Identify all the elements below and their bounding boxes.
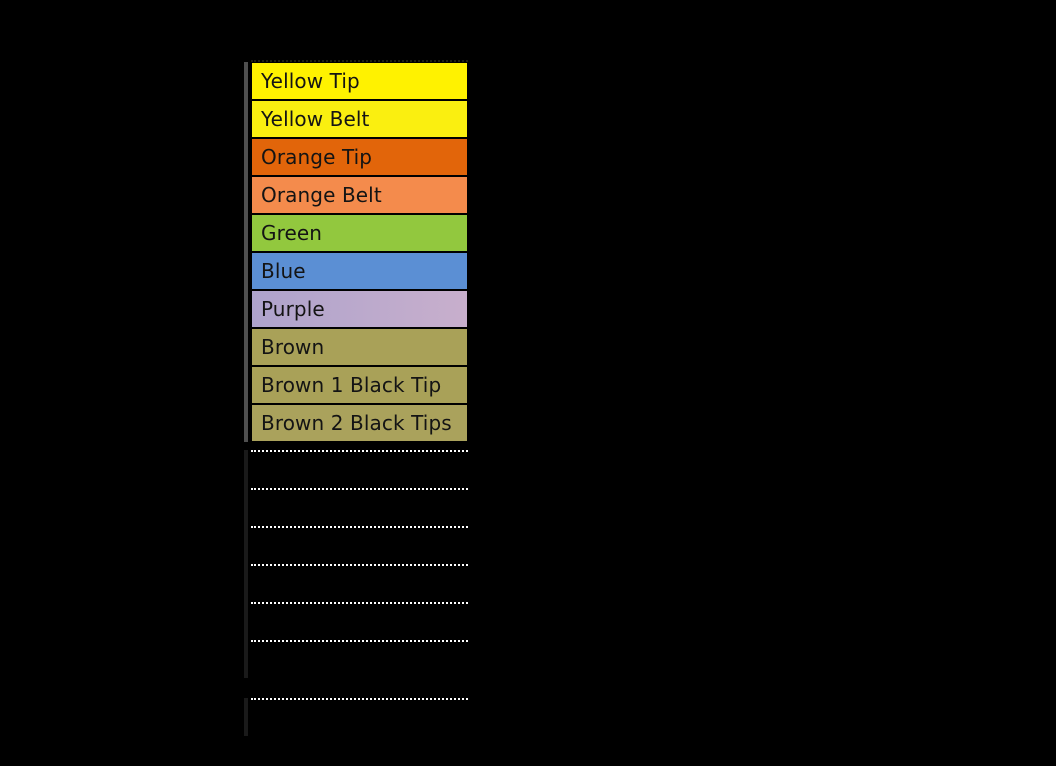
row-drag-handle[interactable] (244, 138, 248, 176)
belt-color-cell[interactable]: Orange Belt (251, 176, 468, 214)
empty-cell[interactable] (251, 698, 468, 736)
empty-row[interactable] (244, 602, 468, 640)
belt-rank-label: Orange Belt (261, 183, 382, 207)
belt-row[interactable]: Brown 2 Black Tips (244, 404, 468, 442)
row-drag-handle[interactable] (244, 450, 248, 488)
row-drag-handle[interactable] (244, 488, 248, 526)
empty-dotted-rows (244, 450, 468, 736)
empty-cell[interactable] (251, 450, 468, 488)
belt-rank-list: Yellow Tip Yellow Belt Orange Tip Orange Be… (244, 62, 468, 442)
belt-rank-label: Brown 1 Black Tip (261, 373, 442, 397)
belt-color-cell[interactable]: Blue (251, 252, 468, 290)
belt-color-cell[interactable]: Green (251, 214, 468, 252)
belt-color-cell[interactable]: Brown 2 Black Tips (251, 404, 468, 442)
belt-rank-label: Yellow Tip (261, 69, 360, 93)
row-drag-handle[interactable] (244, 252, 248, 290)
belt-rank-label: Orange Tip (261, 145, 373, 169)
row-drag-handle[interactable] (244, 564, 248, 602)
belt-row[interactable]: Brown 1 Black Tip (244, 366, 468, 404)
empty-row[interactable] (244, 564, 468, 602)
empty-row[interactable] (244, 526, 468, 564)
row-drag-handle[interactable] (244, 698, 248, 736)
belt-color-cell[interactable]: Brown (251, 328, 468, 366)
row-drag-handle[interactable] (244, 100, 248, 138)
belt-row[interactable]: Orange Tip (244, 138, 468, 176)
belt-row[interactable]: Blue (244, 252, 468, 290)
belt-row[interactable]: Yellow Belt (244, 100, 468, 138)
row-drag-handle[interactable] (244, 640, 248, 678)
row-drag-handle[interactable] (244, 62, 248, 100)
belt-row[interactable]: Yellow Tip (244, 62, 468, 100)
belt-rank-label: Green (261, 221, 323, 245)
row-drag-handle[interactable] (244, 290, 248, 328)
row-drag-handle[interactable] (244, 328, 248, 366)
row-drag-handle[interactable] (244, 176, 248, 214)
belt-color-cell[interactable]: Brown 1 Black Tip (251, 366, 468, 404)
empty-cell[interactable] (251, 564, 468, 602)
row-drag-handle[interactable] (244, 602, 248, 640)
belt-rank-label: Brown 2 Black Tips (261, 411, 452, 435)
page-canvas: Yellow Tip Yellow Belt Orange Tip Orange Be… (0, 0, 1056, 766)
empty-row[interactable] (244, 640, 468, 678)
belt-row[interactable]: Orange Belt (244, 176, 468, 214)
belt-rank-label: Blue (261, 259, 306, 283)
row-drag-handle[interactable] (244, 404, 248, 442)
belt-color-cell[interactable]: Purple (251, 290, 468, 328)
belt-rank-label: Brown (261, 335, 325, 359)
empty-cell[interactable] (251, 526, 468, 564)
empty-row[interactable] (244, 488, 468, 526)
belt-color-cell[interactable]: Orange Tip (251, 138, 468, 176)
empty-cell[interactable] (251, 640, 468, 678)
empty-row[interactable] (244, 698, 468, 736)
row-drag-handle[interactable] (244, 366, 248, 404)
empty-row[interactable] (244, 450, 468, 488)
belt-row[interactable]: Purple (244, 290, 468, 328)
empty-cell[interactable] (251, 602, 468, 640)
belt-color-cell[interactable]: Yellow Belt (251, 100, 468, 138)
empty-cell[interactable] (251, 488, 468, 526)
row-drag-handle[interactable] (244, 214, 248, 252)
belt-row[interactable]: Brown (244, 328, 468, 366)
belt-rank-label: Purple (261, 297, 325, 321)
row-drag-handle[interactable] (244, 526, 248, 564)
belt-row[interactable]: Green (244, 214, 468, 252)
belt-rank-label: Yellow Belt (261, 107, 370, 131)
belt-color-cell[interactable]: Yellow Tip (251, 62, 468, 100)
